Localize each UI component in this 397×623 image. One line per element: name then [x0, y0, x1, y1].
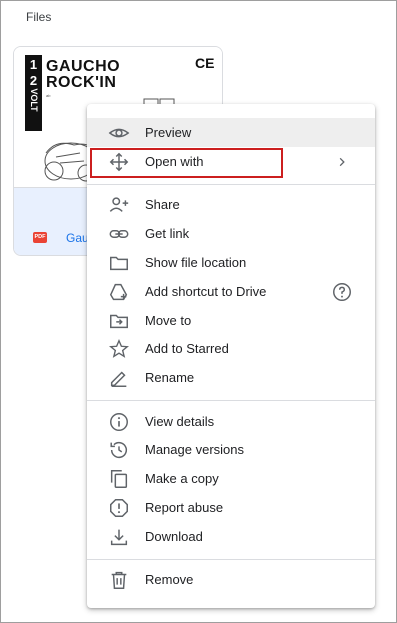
report-icon [110, 499, 128, 517]
menu-item-label: Get link [145, 226, 190, 241]
pdf-icon: PDF [33, 232, 47, 243]
pencil-icon [110, 371, 127, 387]
menu-item-label: Manage versions [145, 442, 244, 457]
menu-item-label: Show file location [145, 255, 247, 270]
menu-divider [87, 184, 375, 185]
menu-item-add-shortcut[interactable]: Add shortcut to Drive [87, 277, 375, 306]
person-add-icon [109, 197, 129, 212]
thumbnail-brand: GAUCHO ROCK'IN [46, 59, 120, 91]
menu-item-download[interactable]: Download [87, 522, 375, 551]
menu-item-label: Download [145, 529, 203, 544]
menu-item-label: Move to [145, 313, 192, 328]
eye-icon [108, 128, 130, 138]
volt-badge: 1 2 VOLT [25, 55, 42, 131]
menu-item-move-to[interactable]: Move to [87, 306, 375, 335]
open-with-highlight-box [90, 148, 283, 178]
brand-line-2: ROCK'IN [46, 74, 117, 91]
files-section-label: Files [26, 10, 52, 24]
link-icon [109, 230, 129, 238]
menu-item-show-file-location[interactable]: Show file location [87, 248, 375, 277]
folder-move-icon [110, 314, 128, 329]
context-menu: Preview Open with Share Get link Show fi… [87, 104, 375, 608]
brand-line-1: GAUCHO [46, 58, 121, 75]
info-icon [110, 413, 128, 431]
menu-item-label: Preview [145, 125, 192, 140]
volt-digit-1: 1 [29, 57, 38, 72]
menu-item-label: Remove [145, 572, 194, 587]
drive-shortcut-icon [109, 283, 128, 301]
menu-divider [87, 559, 375, 560]
menu-item-get-link[interactable]: Get link [87, 219, 375, 248]
menu-item-make-a-copy[interactable]: Make a copy [87, 464, 375, 493]
star-icon [108, 339, 130, 358]
volt-word: VOLT [29, 88, 39, 112]
menu-item-label: Make a copy [145, 471, 219, 486]
trash-icon [111, 571, 127, 589]
menu-item-share[interactable]: Share [87, 190, 375, 219]
download-icon [110, 529, 128, 546]
menu-item-remove[interactable]: Remove [87, 565, 375, 594]
menu-item-preview[interactable]: Preview [87, 118, 375, 147]
history-icon [110, 442, 128, 459]
menu-item-label: Rename [145, 370, 195, 385]
folder-icon [110, 256, 128, 271]
menu-item-report-abuse[interactable]: Report abuse [87, 493, 375, 522]
ce-mark: CE [195, 55, 215, 71]
menu-item-label: Report abuse [145, 500, 224, 515]
menu-item-rename[interactable]: Rename [87, 363, 375, 392]
menu-item-label: Add to Starred [145, 341, 229, 356]
menu-item-view-details[interactable]: View details [87, 407, 375, 436]
menu-item-manage-versions[interactable]: Manage versions [87, 435, 375, 464]
copy-icon [110, 470, 128, 488]
menu-item-label: Add shortcut to Drive [145, 284, 267, 299]
menu-item-add-to-starred[interactable]: Add to Starred [87, 334, 375, 363]
brand-subtitle: ab [46, 93, 51, 98]
help-icon[interactable] [331, 281, 353, 303]
menu-divider [87, 400, 375, 401]
menu-item-label: Share [145, 197, 180, 212]
chevron-right-icon [339, 157, 345, 167]
menu-item-label: View details [145, 414, 215, 429]
